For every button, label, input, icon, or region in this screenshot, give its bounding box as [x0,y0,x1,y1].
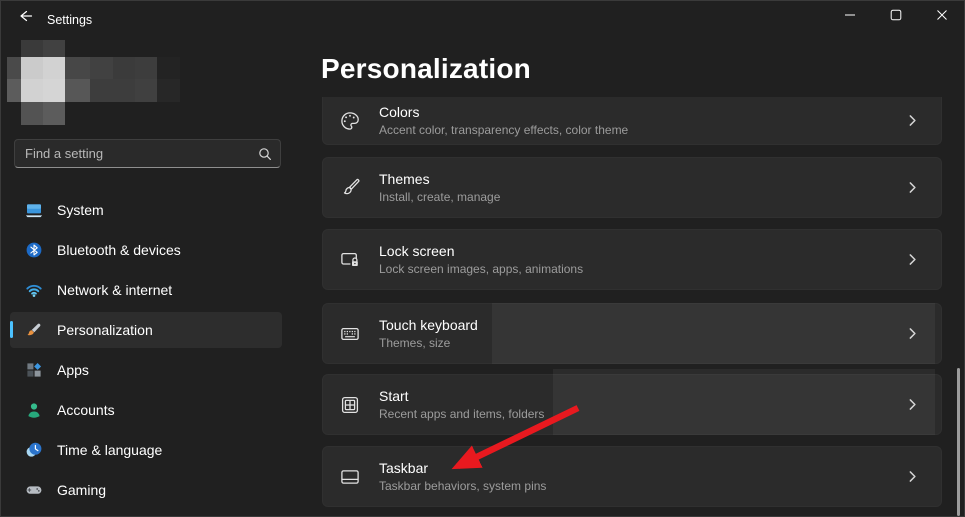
titlebar: Settings [0,0,965,30]
taskbar-icon [339,466,361,488]
sidebar-item-label: Time & language [57,442,163,458]
card-title: Colors [379,103,420,120]
sidebar-item-label: Gaming [57,482,107,498]
chevron-right-icon[interactable] [906,181,919,194]
sidebar-item-apps[interactable]: Apps [10,352,282,388]
touch-keyboard-icon [339,323,361,345]
close-icon [936,9,948,21]
card-taskbar[interactable]: Taskbar Taskbar behaviors, system pins [322,446,942,507]
sidebar-item-accounts[interactable]: Accounts [10,392,282,428]
network-icon [25,281,43,299]
sidebar-item-gaming[interactable]: Gaming [10,472,282,508]
accounts-icon [25,401,43,419]
system-icon [25,201,43,219]
search-input[interactable] [25,146,258,161]
app-title: Settings [47,13,93,27]
chevron-right-icon[interactable] [906,398,919,411]
sidebar-item-label: Personalization [57,322,153,338]
card-colors[interactable]: Colors Accent color, transparency effect… [322,97,942,145]
close-button[interactable] [919,0,965,30]
selected-accent-pill [10,321,13,338]
sidebar-item-network-internet[interactable]: Network & internet [10,272,282,308]
sidebar-item-system[interactable]: System [10,192,282,228]
chevron-right-icon[interactable] [906,114,919,127]
back-arrow-icon [17,8,33,24]
sidebar-item-label: System [57,202,104,218]
card-subtitle: Recent apps and items, folders [379,406,545,421]
maximize-icon [890,9,902,21]
search-icon [258,147,272,161]
card-title: Lock screen [379,242,455,259]
sidebar-item-bluetooth-devices[interactable]: Bluetooth & devices [10,232,282,268]
card-title: Start [379,387,409,404]
card-text: Taskbar Taskbar behaviors, system pins [379,460,906,494]
time-language-icon [25,441,43,459]
card-start[interactable]: Start Recent apps and items, folders [322,374,942,435]
chevron-right-icon[interactable] [906,327,919,340]
card-subtitle: Taskbar behaviors, system pins [379,478,547,493]
personalization-icon [25,321,43,339]
window-controls [827,0,965,30]
card-subtitle: Install, create, manage [379,189,501,204]
card-text: Colors Accent color, transparency effect… [379,104,906,138]
sidebar-item-label: Network & internet [57,282,173,298]
card-lock-screen[interactable]: Lock screen Lock screen images, apps, an… [322,229,942,290]
card-touch-keyboard[interactable]: Touch keyboard Themes, size [322,303,942,364]
minimize-icon [844,9,856,21]
minimize-button[interactable] [827,0,873,30]
card-subtitle: Lock screen images, apps, animations [379,261,584,276]
sidebar-item-time-language[interactable]: Time & language [10,432,282,468]
bluetooth-icon [25,241,43,259]
card-title: Taskbar [379,459,429,476]
scrollbar-thumb[interactable] [957,368,960,516]
sidebar-item-label: Bluetooth & devices [57,242,181,258]
colors-palette-icon [339,110,361,132]
gaming-icon [25,481,43,499]
maximize-button[interactable] [873,0,919,30]
chevron-right-icon[interactable] [906,470,919,483]
sidebar-item-personalization[interactable]: Personalization [10,312,282,348]
settings-window: { "titlebar": { "app_title": "Settings" … [0,0,965,517]
sidebar-item-label: Accounts [57,402,115,418]
card-title: Themes [379,170,430,187]
card-text: Touch keyboard Themes, size [379,317,906,351]
start-icon [339,394,361,416]
lock-screen-icon [339,249,361,271]
sidebar-item-label: Apps [57,362,89,378]
card-subtitle: Accent color, transparency effects, colo… [379,122,629,137]
apps-icon [25,361,43,379]
page-title: Personalization [321,53,531,84]
card-text: Lock screen Lock screen images, apps, an… [379,243,906,277]
card-title: Touch keyboard [379,316,478,333]
back-button[interactable] [10,5,40,27]
chevron-right-icon[interactable] [906,253,919,266]
card-subtitle: Themes, size [379,335,451,350]
themes-brush-icon [339,177,361,199]
card-text: Start Recent apps and items, folders [379,388,906,422]
card-themes[interactable]: Themes Install, create, manage [322,157,942,218]
search-box[interactable] [14,139,281,168]
card-text: Themes Install, create, manage [379,171,906,205]
